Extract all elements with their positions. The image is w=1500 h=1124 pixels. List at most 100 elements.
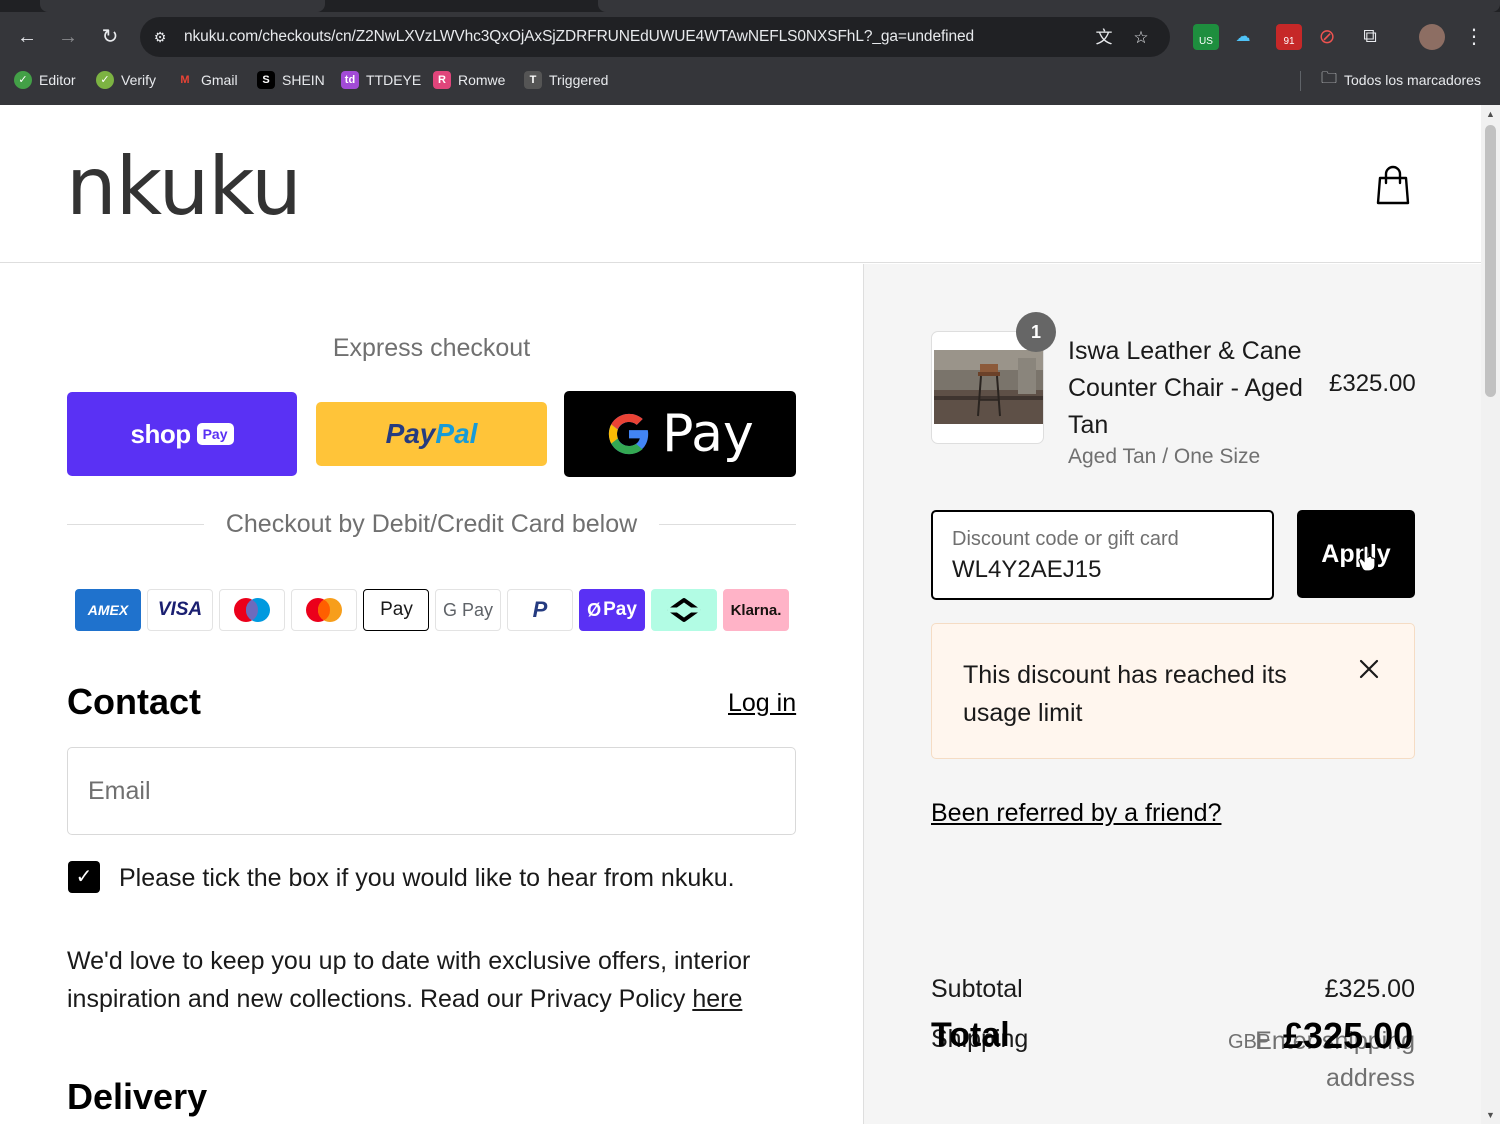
maestro-icon [219,589,285,631]
mastercard-icon [291,589,357,631]
paypal-logo: PayPal [385,418,478,449]
shein-icon: S [257,71,275,89]
browser-menu-icon[interactable]: ⋮ [1461,24,1487,50]
profile-avatar[interactable] [1419,24,1445,50]
bookmarks-bar: ✓ Editor ✓ Verify M Gmail S SHEIN td TTD… [0,63,1500,97]
browser-tab[interactable] [40,0,325,12]
bookmark-editor[interactable]: ✓ Editor [14,69,76,91]
checkout-form: Express checkout shop Pay PayPal Pay Che… [0,264,863,1124]
gmail-icon: M [180,74,190,86]
discount-error-message: This discount has reached its usage limi… [963,661,1287,727]
checkout-header: nkuku [0,105,1481,263]
product-image [934,350,1043,424]
amex-icon: AMEX [75,589,141,631]
extension-icon[interactable]: ☁ [1230,24,1256,50]
card-divider: Checkout by Debit/Credit Card below [67,510,796,540]
shop-pay-card-icon: Ø Pay [579,589,645,631]
email-field[interactable] [67,747,796,835]
total-label: Total [931,1016,1010,1054]
browser-chrome: ← → ↻ ⚙ nkuku.com/checkouts/cn/Z2NwLXVzL… [0,0,1500,105]
address-bar[interactable]: ⚙ nkuku.com/checkouts/cn/Z2NwLXVzLWVhc3Q… [140,17,1170,57]
apply-discount-button[interactable]: Apply [1297,510,1415,598]
discount-field-value[interactable]: WL4Y2AEJ15 [952,556,1101,584]
marketing-text: We'd love to keep you up to date with ex… [67,947,751,1013]
bookmark-star-icon[interactable]: ☆ [1129,26,1153,50]
checkout-page: nkuku Express checkout shop Pay PayPal P… [0,105,1481,1124]
bookmark-label: SHEIN [282,72,325,88]
site-settings-icon[interactable]: ⚙ [150,27,170,47]
folder-icon: 🗀 [1321,69,1338,87]
ttdeye-icon: td [341,71,359,89]
subtotal-label: Subtotal [931,975,1023,1003]
page-scrollbar[interactable]: ▲ ▼ [1481,105,1500,1124]
romwe-icon: R [433,71,451,89]
shop-pay-text: shop [130,418,191,449]
google-g-icon [609,413,649,455]
bookmark-ttdeye[interactable]: td TTDEYE [341,69,421,91]
product-name: Iswa Leather & Cane Counter Chair - Aged… [1068,337,1303,439]
newsletter-label: Please tick the box if you would like to… [119,864,735,892]
chair-photo [934,350,1043,424]
bookmark-triggered[interactable]: T Triggered [524,69,608,91]
discount-field-label: Discount code or gift card [952,528,1179,550]
vpn-extension-icon[interactable]: US [1193,24,1219,50]
maestro-circles [234,598,270,622]
scroll-up-icon[interactable]: ▲ [1485,108,1496,120]
forward-icon[interactable]: → [53,22,83,52]
bookmark-label: Triggered [549,72,609,88]
google-pay-card-icon: G Pay [435,589,501,631]
nkuku-logo[interactable]: nkuku [66,137,302,237]
reload-icon[interactable]: ↻ [95,22,125,52]
express-checkout-title: Express checkout [332,334,531,362]
verify-icon: ✓ [96,71,114,89]
translate-icon[interactable]: 文 [1092,26,1116,50]
block-extension-icon[interactable]: ⊘ [1314,24,1340,50]
product-price: £325.00 [1329,370,1416,397]
browser-toolbar: ← → ↻ ⚙ nkuku.com/checkouts/cn/Z2NwLXVzL… [0,14,1500,60]
discount-code-field[interactable]: Discount code or gift card WL4Y2AEJ15 [931,510,1274,600]
privacy-policy-link[interactable]: here [692,985,742,1013]
contact-heading: Contact [67,681,201,722]
login-link[interactable]: Log in [728,689,796,718]
order-summary: 1 Iswa Leather & Cane Counter Chair - Ag… [863,264,1481,1124]
mastercard-circles [306,598,342,622]
bookmark-label: Editor [39,72,76,88]
bookmark-gmail[interactable]: M Gmail [176,69,238,91]
clearpay-arrows [668,598,700,622]
quantity-badge: 1 [1016,312,1056,352]
google-pay-button[interactable]: Pay [564,391,796,477]
bookmark-label: TTDEYE [366,72,422,88]
triggered-icon: T [524,71,542,89]
newsletter-checkbox[interactable]: ✓ [68,861,100,893]
discount-error-alert: This discount has reached its usage limi… [931,623,1415,759]
bookmark-shein[interactable]: S SHEIN [257,69,325,91]
bookmarks-separator [1300,71,1301,91]
referral-link[interactable]: Been referred by a friend? [931,799,1221,828]
scroll-down-icon[interactable]: ▼ [1485,1109,1496,1121]
shop-pay-pill: Pay [196,423,234,445]
klarna-icon: Klarna. [723,589,789,631]
all-bookmarks[interactable]: 🗀 Todos los marcadores [1321,69,1481,91]
shop-pay-button[interactable]: shop Pay [67,392,297,476]
subtotal-value: £325.00 [1324,975,1415,1003]
scrollbar-thumb[interactable] [1485,125,1496,397]
bookmark-label: Gmail [201,72,238,88]
total-value: £325.00 [1283,1015,1414,1056]
bookmark-label: Romwe [458,72,506,88]
close-icon[interactable] [1356,656,1382,682]
tab-strip [0,0,1500,12]
back-icon[interactable]: ← [12,22,42,52]
bookmark-verify[interactable]: ✓ Verify [96,69,156,91]
url-text[interactable]: nkuku.com/checkouts/cn/Z2NwLXVzLWVhc3QxO… [184,28,974,46]
hand-cursor-icon [1358,546,1376,572]
paypal-button[interactable]: PayPal [316,402,547,466]
badge-extension-icon[interactable]: 91 [1276,24,1302,50]
editor-icon: ✓ [14,71,32,89]
active-browser-tab[interactable] [598,0,1500,12]
shopping-bag-icon[interactable] [1373,163,1413,207]
bookmark-romwe[interactable]: R Romwe [433,69,505,91]
extensions-puzzle-icon[interactable]: ⧉ [1357,24,1383,50]
subtotal-row: Subtotal £325.00 [931,975,1415,1004]
accepted-cards: AMEX VISA Pay G Pay P Ø Pay Klarna. [75,589,789,631]
visa-icon: VISA [147,589,213,631]
